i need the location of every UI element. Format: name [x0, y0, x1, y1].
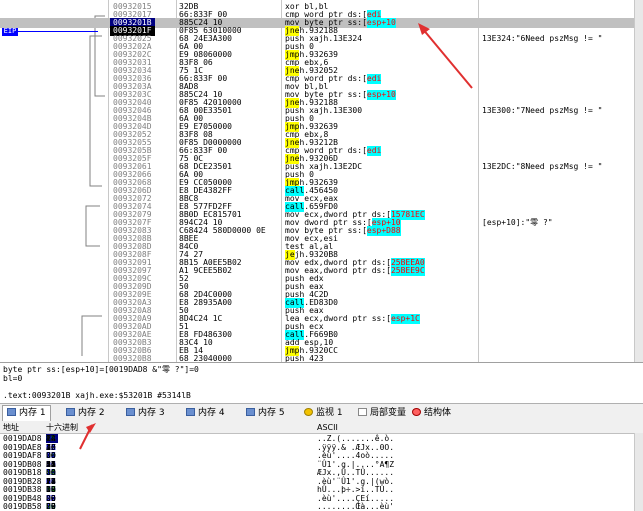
tab-label: 局部变量 — [370, 408, 407, 418]
dump-ascii: ........Œà...èù' — [317, 502, 395, 511]
tab-struct-7[interactable]: 结构体 — [408, 406, 455, 421]
tab-memory-0[interactable]: 内存 1 — [2, 405, 51, 421]
memory-dump[interactable]: 地址 十六进制 ASCII 0019DAD800B88E5A1828130000… — [0, 423, 643, 511]
tab-memory-1[interactable]: 内存 2 — [62, 406, 109, 421]
info-line: byte ptr ss:[esp+10]=[0019DAD8 &"零 ?"]=0 — [3, 365, 199, 374]
memory-icon — [66, 408, 75, 416]
tab-label: 内存 2 — [78, 408, 105, 418]
memory-icon — [186, 408, 195, 416]
tab-label: 内存 1 — [19, 408, 46, 418]
dump-tabs: 内存 1 内存 2 内存 3 内存 4 内存 5 监视 1 局部变量 结构体 — [0, 403, 643, 424]
hex-byte[interactable]: 27 — [46, 502, 58, 511]
tab-label: 内存 5 — [258, 408, 285, 418]
tab-memory-4[interactable]: 内存 5 — [242, 406, 289, 421]
tab-label: 结构体 — [424, 408, 452, 418]
tab-memory-3[interactable]: 内存 4 — [182, 406, 229, 421]
tab-memory-2[interactable]: 内存 3 — [122, 406, 169, 421]
info-line: bl=0 — [3, 374, 23, 383]
hex-column-header[interactable]: 十六进制 — [46, 423, 78, 433]
memory-icon — [126, 408, 135, 416]
dump-row[interactable]: 0019DB58 00 00 00 00 88 02 00 00 8C E0 19 00 00 E8 F9 27… — [0, 502, 643, 511]
memory-icon — [246, 408, 255, 416]
dump-address: 0019DB58 — [3, 502, 42, 511]
dump-scrollbar[interactable] — [634, 433, 643, 511]
tab-label: 内存 4 — [198, 408, 225, 418]
tab-label: 内存 3 — [138, 408, 165, 418]
address-column-header[interactable]: 地址 — [3, 423, 19, 433]
watch-icon — [304, 408, 313, 416]
info-pane: byte ptr ss:[esp+10]=[0019DAD8 &"零 ?"]=0… — [0, 362, 643, 403]
ascii-column-header[interactable]: ASCII — [317, 423, 338, 433]
struct-icon — [412, 408, 421, 416]
memory-icon — [7, 408, 16, 416]
tab-watch-5[interactable]: 监视 1 — [300, 406, 347, 421]
disassembly-scrollbar[interactable] — [634, 0, 643, 362]
info-line: .text:0093201B xajh.exe:$53201B #5314lB — [3, 391, 191, 400]
tab-label: 监视 1 — [316, 408, 343, 418]
dump-header: 地址 十六进制 ASCII — [0, 423, 643, 434]
locals-icon — [358, 408, 367, 416]
disassembly-view[interactable]: EIP 00932015 32DB xor bl,bl 00932017 66:833F… — [0, 0, 643, 363]
tab-locals-6[interactable]: 局部变量 — [354, 406, 410, 421]
